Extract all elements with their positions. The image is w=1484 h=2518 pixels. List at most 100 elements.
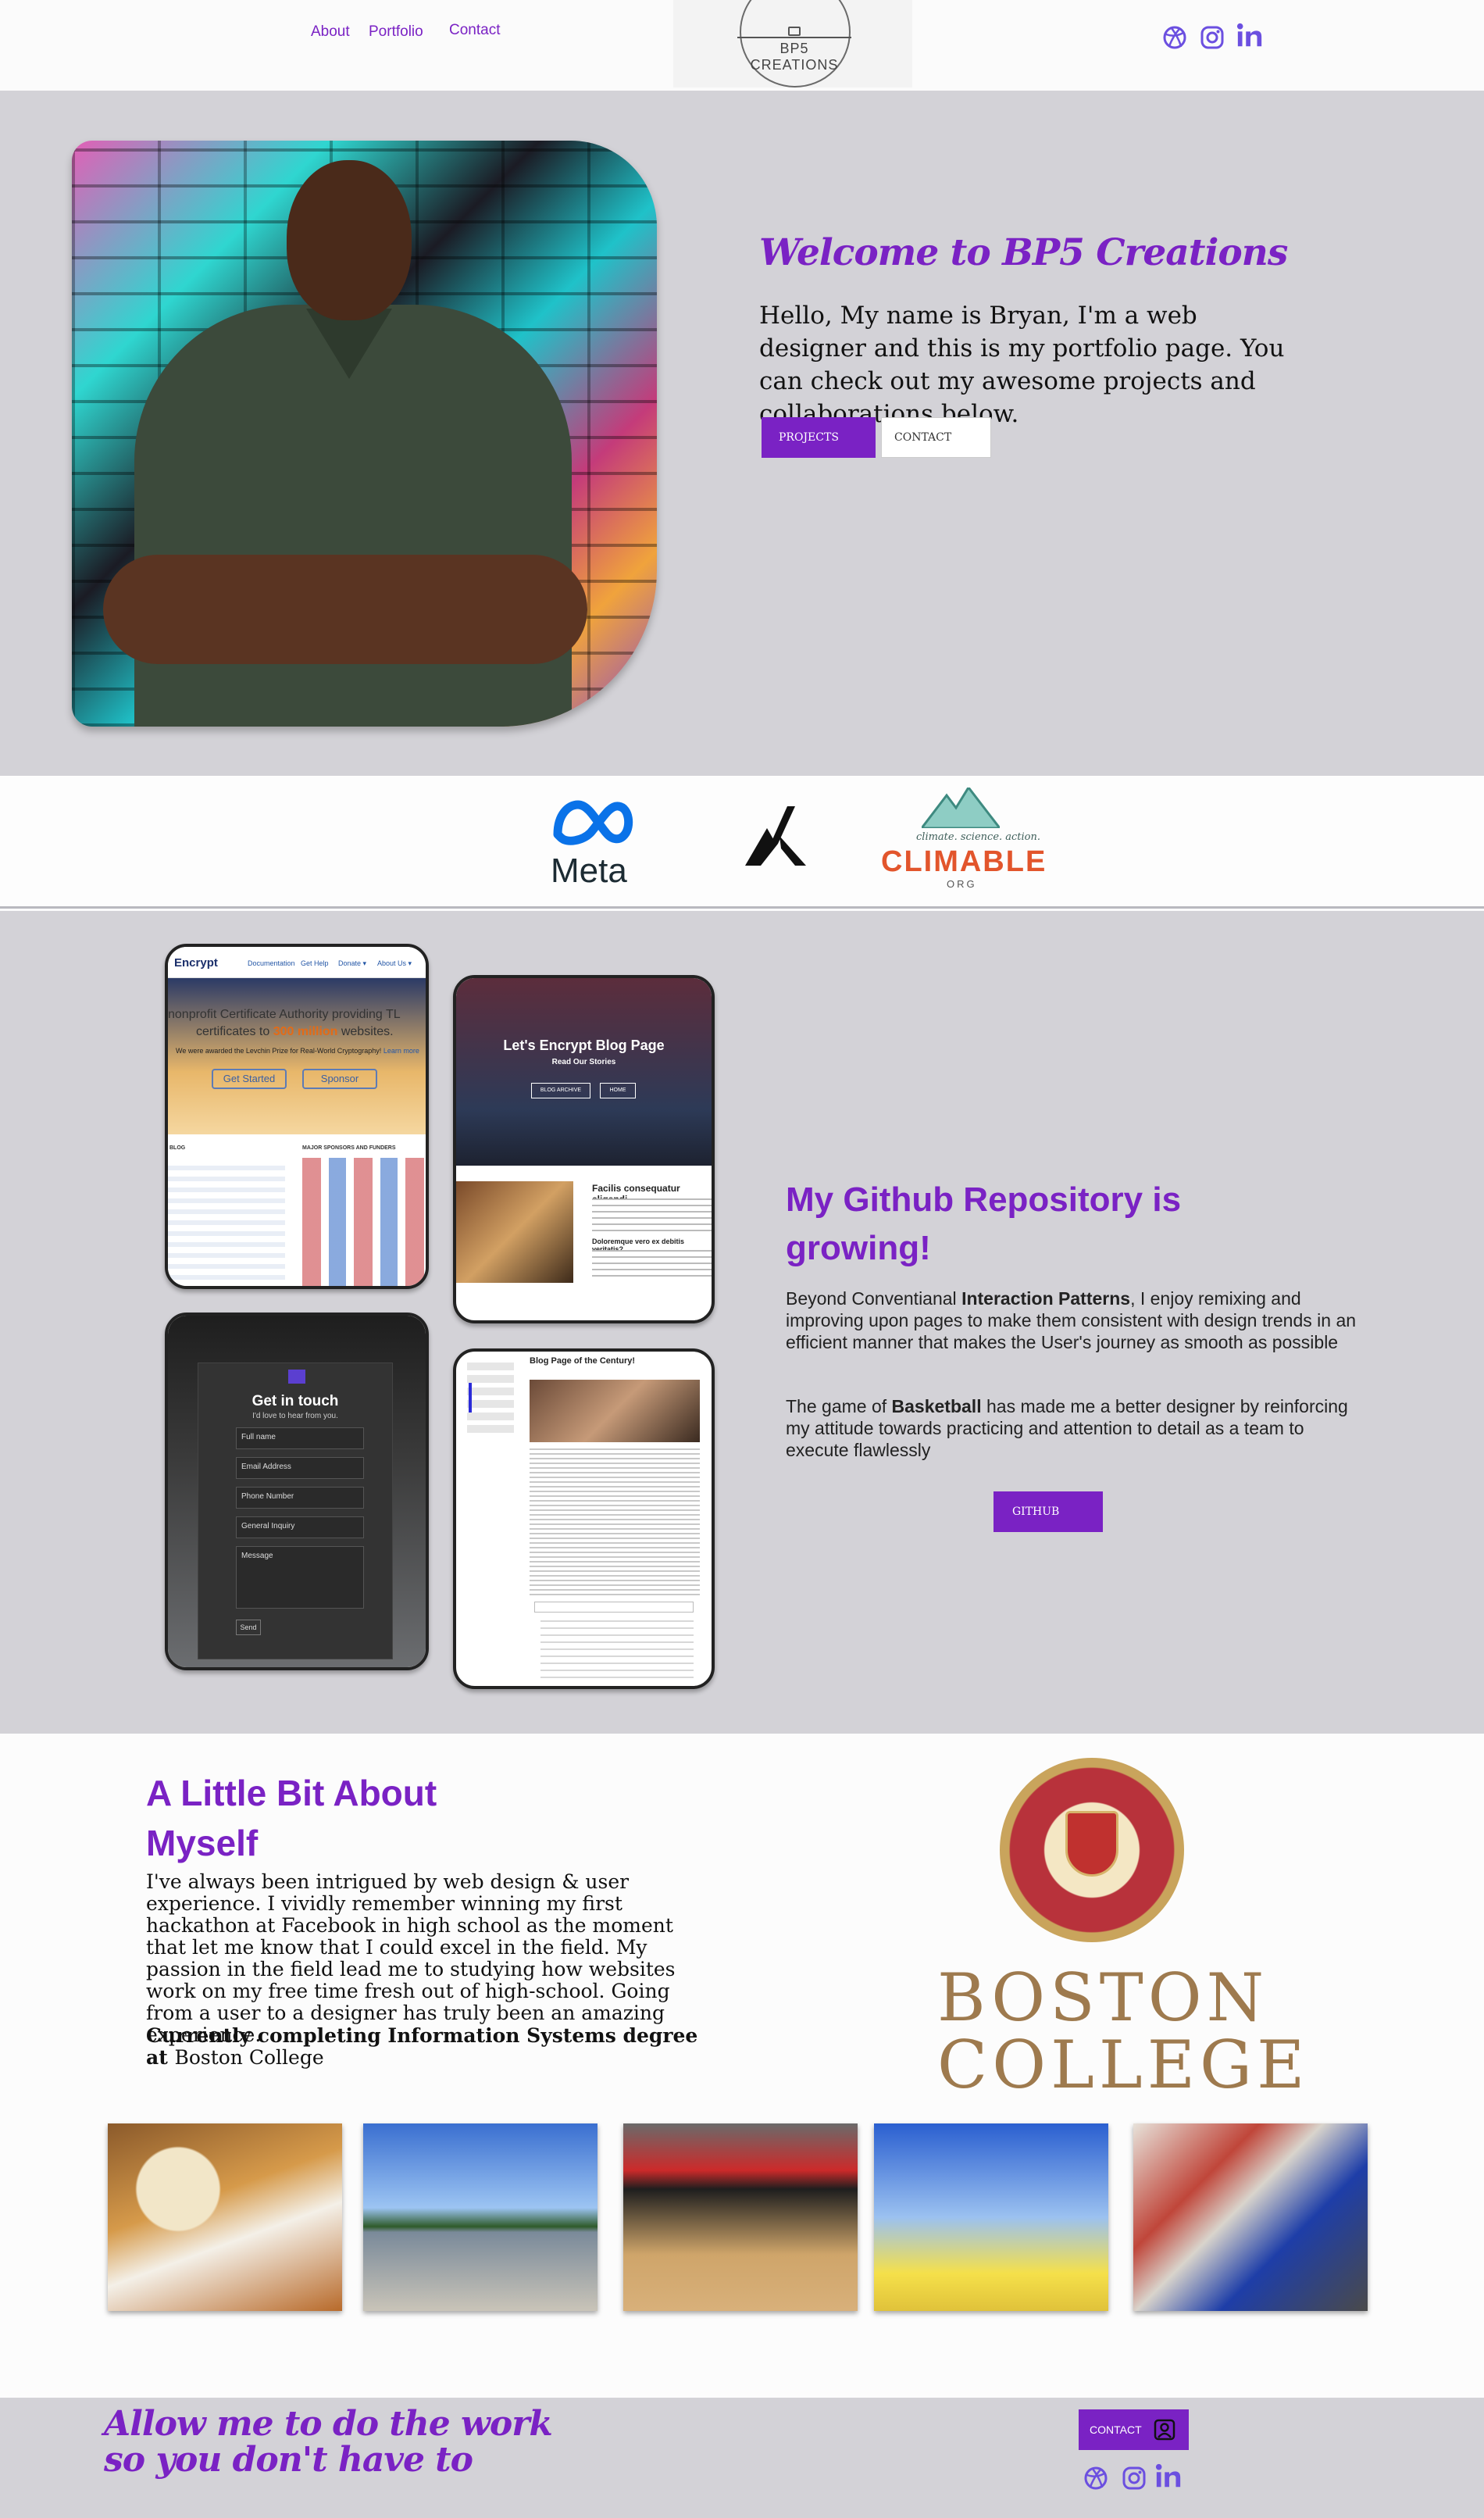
pier-photo <box>363 2123 598 2311</box>
encrypt-headline-2: certificates to 300 million websites. <box>196 1025 394 1039</box>
climable-wordmark: CLIMABLE <box>881 845 1047 878</box>
mockup-nav-about: About Us ▾ <box>377 959 412 967</box>
contact-person-icon <box>1154 2419 1175 2443</box>
instagram-icon[interactable] <box>1198 23 1226 52</box>
sponsor-button: Sponsor <box>302 1069 377 1089</box>
blog-list-placeholder <box>168 1166 285 1286</box>
footer-contact-label: CONTACT <box>1090 2423 1142 2436</box>
partners-strip <box>0 776 1484 909</box>
about-text: I've always been intrigued by web design… <box>146 1870 676 2046</box>
laptop-desk-photo <box>1133 2123 1368 2311</box>
meta-wordmark: Meta <box>551 852 627 890</box>
get-started-button: Get Started <box>212 1069 287 1089</box>
github-paragraph-1: Beyond Conventianal Interaction Patterns… <box>786 1288 1364 1353</box>
github-button[interactable]: GITHUB <box>993 1491 1103 1532</box>
article-page-mockup[interactable]: Blog Page of the Century! <box>453 1348 715 1689</box>
hero-title: Welcome to BP5 Creations <box>759 231 1288 274</box>
encrypt-sub: We were awarded the Levchin Prize for Re… <box>176 1047 426 1055</box>
logo-text: BP5 CREATIONS <box>750 41 839 73</box>
headline-highlight: 300 million <box>273 1025 338 1038</box>
full-name-field: Full name <box>236 1427 364 1449</box>
hero-section <box>0 91 1484 776</box>
degree-school: Boston College <box>174 2046 324 2069</box>
meta-logo-icon <box>550 798 637 851</box>
message-field: Message <box>236 1546 364 1609</box>
mockup-hero-band <box>168 978 426 1134</box>
contact-form-title: Get in touch <box>251 1393 339 1409</box>
sponsors-label: MAJOR SPONSORS AND FUNDERS <box>302 1145 396 1151</box>
dribbble-icon[interactable] <box>1161 23 1189 52</box>
github-paragraph-2: The game of Basketball has made me a bet… <box>786 1395 1364 1461</box>
blog-archive-button: BLOG ARCHIVE <box>531 1083 590 1098</box>
email-field: Email Address <box>236 1457 364 1479</box>
logo-divider <box>737 37 851 38</box>
person-head <box>287 160 412 320</box>
comment-input <box>534 1602 694 1613</box>
food-photo <box>108 2123 342 2311</box>
boston-college-line-2: COLLEGE <box>937 2027 1310 2103</box>
nav-about[interactable]: About <box>311 23 350 41</box>
encrypt-headline: nonprofit Certificate Authority providin… <box>168 1008 401 1021</box>
site-logo[interactable]: BP5 CREATIONS <box>673 0 912 88</box>
headline-part-c: websites. <box>337 1025 394 1038</box>
linkedin-icon[interactable] <box>1236 22 1264 50</box>
nav-contact[interactable]: Contact <box>449 22 500 39</box>
site-header: About Portfolio Contact BP5 CREATIONS <box>0 0 1484 91</box>
seal-shield <box>1065 1811 1118 1877</box>
send-button: Send <box>236 1620 261 1635</box>
phone-field: Phone Number <box>236 1487 364 1509</box>
article-body-lines <box>530 1448 700 1597</box>
linkedin-icon[interactable] <box>1154 2463 1183 2491</box>
climable-tagline: climate. science. action. <box>916 831 1041 843</box>
nav-portfolio[interactable]: Portfolio <box>369 23 423 41</box>
p2-text-a: The game of <box>786 1396 892 1416</box>
blog-page-mockup[interactable]: Let's Encrypt Blog Page Read Our Stories… <box>453 975 715 1323</box>
mockup-nav-docs: Documentation <box>248 959 295 967</box>
footer-tagline: Allow me to do the work so you don't hav… <box>104 2404 553 2480</box>
contact-button[interactable]: CONTACT <box>881 417 991 458</box>
article-title: Blog Page of the Century! <box>530 1356 636 1366</box>
blog-hero-image <box>456 978 712 1166</box>
mockup-nav-donate: Donate ▾ <box>338 959 367 967</box>
comments-thread <box>540 1620 694 1683</box>
climable-org-label: ORG <box>947 878 977 890</box>
about-degree: Currently completing Information Systems… <box>146 2025 724 2069</box>
inquiry-select: General Inquiry <box>236 1516 364 1538</box>
blog-post-body-lines-2 <box>592 1250 712 1281</box>
hero-intro-text: Hello, My name is Bryan, I'm a web desig… <box>759 302 1285 428</box>
about-title: A Little Bit About Myself <box>146 1773 437 1863</box>
beach-photo <box>874 2123 1108 2311</box>
climable-mountain-icon <box>919 785 1003 832</box>
contact-form-mockup[interactable]: Get in touch I'd love to hear from you. … <box>165 1313 429 1670</box>
instagram-icon[interactable] <box>1120 2464 1148 2492</box>
logo-mark-icon <box>788 27 801 36</box>
boston-college-line-1: BOSTON <box>937 1959 1269 2036</box>
blog-subtitle: Read Our Stories <box>551 1058 616 1066</box>
p1-text-a: Beyond Conventianal <box>786 1288 962 1309</box>
contact-form-subtitle: I'd love to hear from you. <box>252 1412 338 1420</box>
encrypt-brand: Encrypt <box>174 956 218 970</box>
mail-icon <box>288 1370 305 1384</box>
blog-title: Let's Encrypt Blog Page <box>503 1038 665 1053</box>
projects-button[interactable]: PROJECTS <box>762 417 876 458</box>
dribbble-icon[interactable] <box>1082 2464 1110 2492</box>
footer-contact-button[interactable]: CONTACT <box>1079 2409 1189 2450</box>
sponsor-logos-grid <box>302 1158 426 1286</box>
blog-label: BLOG <box>169 1145 186 1151</box>
article-hero-image <box>530 1380 700 1442</box>
p1-bold: Interaction Patterns <box>961 1288 1131 1309</box>
article-sidebar <box>467 1363 514 1433</box>
p2-bold: Basketball <box>891 1396 982 1416</box>
sidebar-active-indicator <box>469 1383 472 1413</box>
basketball-photo <box>623 2123 858 2311</box>
blog-post-body-lines <box>592 1198 712 1233</box>
encrypt-learn-more-link: Learn more <box>383 1047 419 1055</box>
headline-part-a: certificates to <box>196 1025 273 1038</box>
contact-card: Get in touch I'd love to hear from you. … <box>198 1363 393 1659</box>
encrypt-home-mockup[interactable]: Encrypt Documentation Get Help Donate ▾ … <box>165 944 429 1289</box>
blog-home-button: HOME <box>600 1083 636 1098</box>
boston-college-seal-icon <box>1000 1758 1184 1942</box>
mockup-nav-help: Get Help <box>301 959 329 967</box>
person-crossed-arms <box>103 555 587 664</box>
github-title: My Github Repository is growing! <box>786 1180 1182 1267</box>
